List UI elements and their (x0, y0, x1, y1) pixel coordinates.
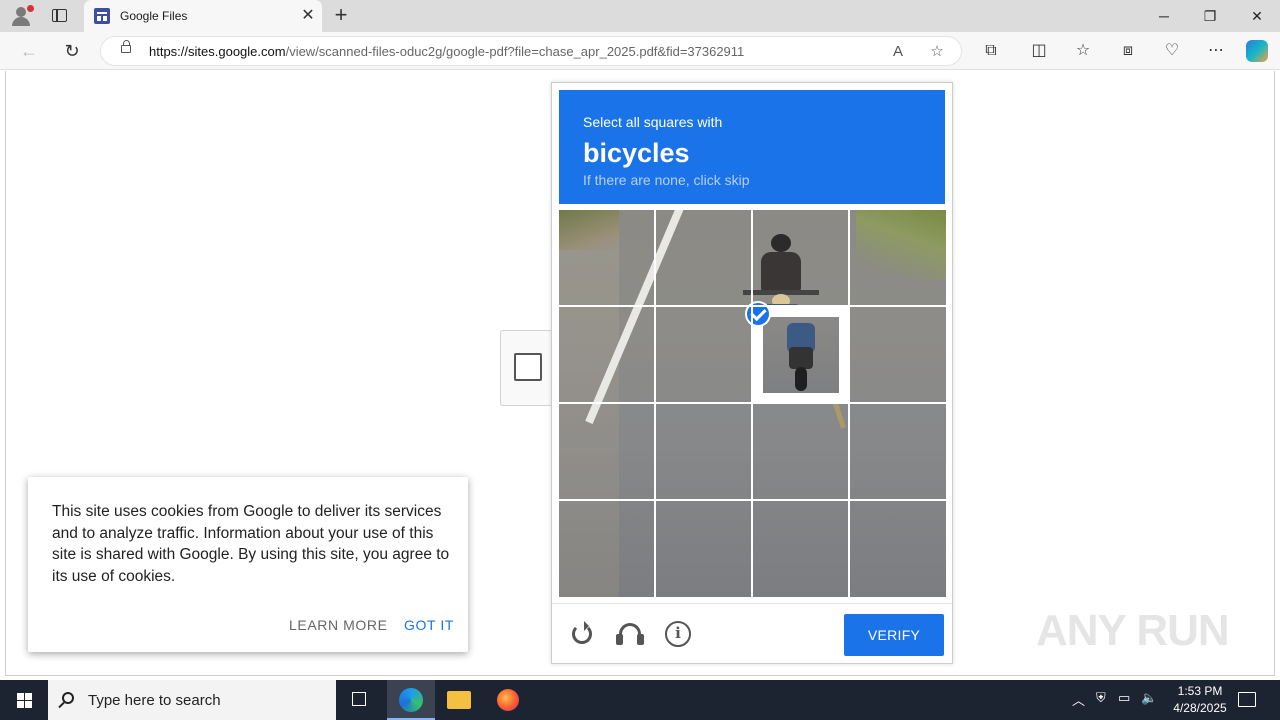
captcha-tile-r3-c4[interactable] (850, 404, 945, 499)
google-sites-favicon-icon (94, 8, 110, 24)
grid-divider (559, 305, 946, 307)
tab-close-button[interactable]: ✕ (298, 6, 318, 26)
browser-essentials-icon[interactable]: ♡ (1161, 41, 1183, 61)
captcha-tile-r3-c2[interactable] (656, 404, 751, 499)
firefox-icon[interactable] (484, 680, 532, 720)
address-toolbar: ← ↻ https://sites.google.com/view/scanne… (0, 32, 1280, 70)
captcha-tile-r1-c3[interactable] (753, 210, 848, 305)
captcha-tile-r4-c2[interactable] (656, 501, 751, 596)
extensions-icon[interactable]: ⧉ (980, 41, 1002, 61)
captcha-challenge: Select all squares with bicycles If ther… (551, 82, 953, 664)
network-icon[interactable]: ▭ (1118, 690, 1130, 706)
captcha-tile-r1-c1[interactable] (559, 210, 654, 305)
verify-button[interactable]: VERIFY (844, 614, 944, 656)
tab-bar: Google Files ✕ + ─ ❐ ✕ (0, 0, 1280, 32)
volume-icon[interactable]: 🔈 (1141, 690, 1157, 706)
search-icon (62, 692, 74, 704)
captcha-footer: i VERIFY (552, 603, 952, 663)
captcha-tile-r1-c2[interactable] (656, 210, 751, 305)
captcha-tile-r3-c3[interactable] (753, 404, 848, 499)
headphones-icon[interactable] (616, 620, 644, 648)
url-text[interactable]: https://sites.google.com/view/scanned-fi… (149, 44, 744, 59)
info-icon[interactable]: i (664, 620, 692, 648)
captcha-tile-r1-c4[interactable] (850, 210, 945, 305)
captcha-tile-r3-c1[interactable] (559, 404, 654, 499)
show-hidden-icons-chevron-icon[interactable]: ︿ (1072, 690, 1085, 709)
settings-more-icon[interactable]: ⋯ (1205, 41, 1227, 61)
refresh-icon[interactable]: ↻ (59, 39, 85, 63)
grid-divider (559, 402, 946, 404)
captcha-tile-r2-c1[interactable] (559, 307, 654, 402)
got-it-button[interactable]: GOT IT (404, 617, 454, 633)
read-aloud-icon[interactable]: A (888, 42, 908, 62)
captcha-header: Select all squares with bicycles If ther… (559, 90, 945, 204)
browser-tab[interactable]: Google Files ✕ (84, 0, 322, 32)
collections-icon[interactable]: ⧈ (1117, 41, 1139, 61)
tab-title: Google Files (120, 9, 188, 23)
favorite-star-icon[interactable]: ☆ (927, 42, 947, 62)
captcha-tile-r4-c3[interactable] (753, 501, 848, 596)
captcha-image-grid (559, 210, 946, 597)
captcha-tile-r4-c1[interactable] (559, 501, 654, 596)
tab-actions-icon[interactable] (48, 6, 72, 26)
profile-icon[interactable] (8, 4, 34, 28)
new-tab-button[interactable]: + (330, 4, 352, 26)
captcha-target: bicycles (583, 138, 690, 168)
close-window-button[interactable]: ✕ (1234, 0, 1280, 32)
task-view-icon[interactable] (336, 680, 384, 720)
copilot-icon[interactable] (1246, 40, 1268, 62)
lock-icon[interactable] (121, 40, 131, 53)
file-explorer-icon[interactable] (435, 680, 483, 720)
restore-button[interactable]: ❐ (1187, 0, 1233, 32)
edge-browser-icon[interactable] (387, 680, 435, 720)
windows-start-icon[interactable] (0, 680, 48, 720)
clock-time: 1:53 PM (1177, 684, 1223, 698)
captcha-tile-r4-c4[interactable] (850, 501, 945, 596)
recaptcha-anchor (500, 330, 552, 406)
captcha-instruction: Select all squares with (583, 114, 723, 130)
anyrun-watermark: ANY RUN (1036, 606, 1230, 655)
back-icon[interactable]: ← (16, 39, 42, 63)
recaptcha-checkbox[interactable] (514, 353, 542, 381)
captcha-tile-r2-c4[interactable] (850, 307, 945, 402)
system-clock[interactable]: 1:53 PM 4/28/2025 (1160, 683, 1240, 717)
favorites-icon[interactable]: ☆ (1072, 41, 1094, 61)
search-placeholder: Type here to search (88, 692, 221, 709)
reload-icon[interactable] (568, 620, 596, 648)
split-screen-icon[interactable]: ◫ (1028, 41, 1050, 61)
cookie-banner: This site uses cookies from Google to de… (28, 477, 468, 652)
captcha-tile-r2-c2[interactable] (656, 307, 751, 402)
minimize-button[interactable]: ─ (1141, 0, 1187, 32)
notifications-icon[interactable] (1238, 692, 1256, 707)
address-bar[interactable]: https://sites.google.com/view/scanned-fi… (100, 36, 962, 66)
captcha-skip-hint: If there are none, click skip (583, 172, 750, 188)
taskbar-search-input[interactable]: Type here to search (48, 680, 336, 720)
cookie-notice-text: This site uses cookies from Google to de… (52, 503, 450, 585)
clock-date: 4/28/2025 (1173, 701, 1227, 715)
security-tray-icon[interactable]: ⛨ (1096, 690, 1106, 706)
taskbar: Type here to search ︿ ⛨ ▭ 🔈 1:53 PM 4/28… (0, 680, 1280, 720)
grid-divider (559, 499, 946, 501)
learn-more-button[interactable]: LEARN MORE (289, 617, 388, 633)
selected-tile-image (763, 317, 839, 393)
captcha-tile-r2-c3[interactable] (745, 301, 848, 402)
